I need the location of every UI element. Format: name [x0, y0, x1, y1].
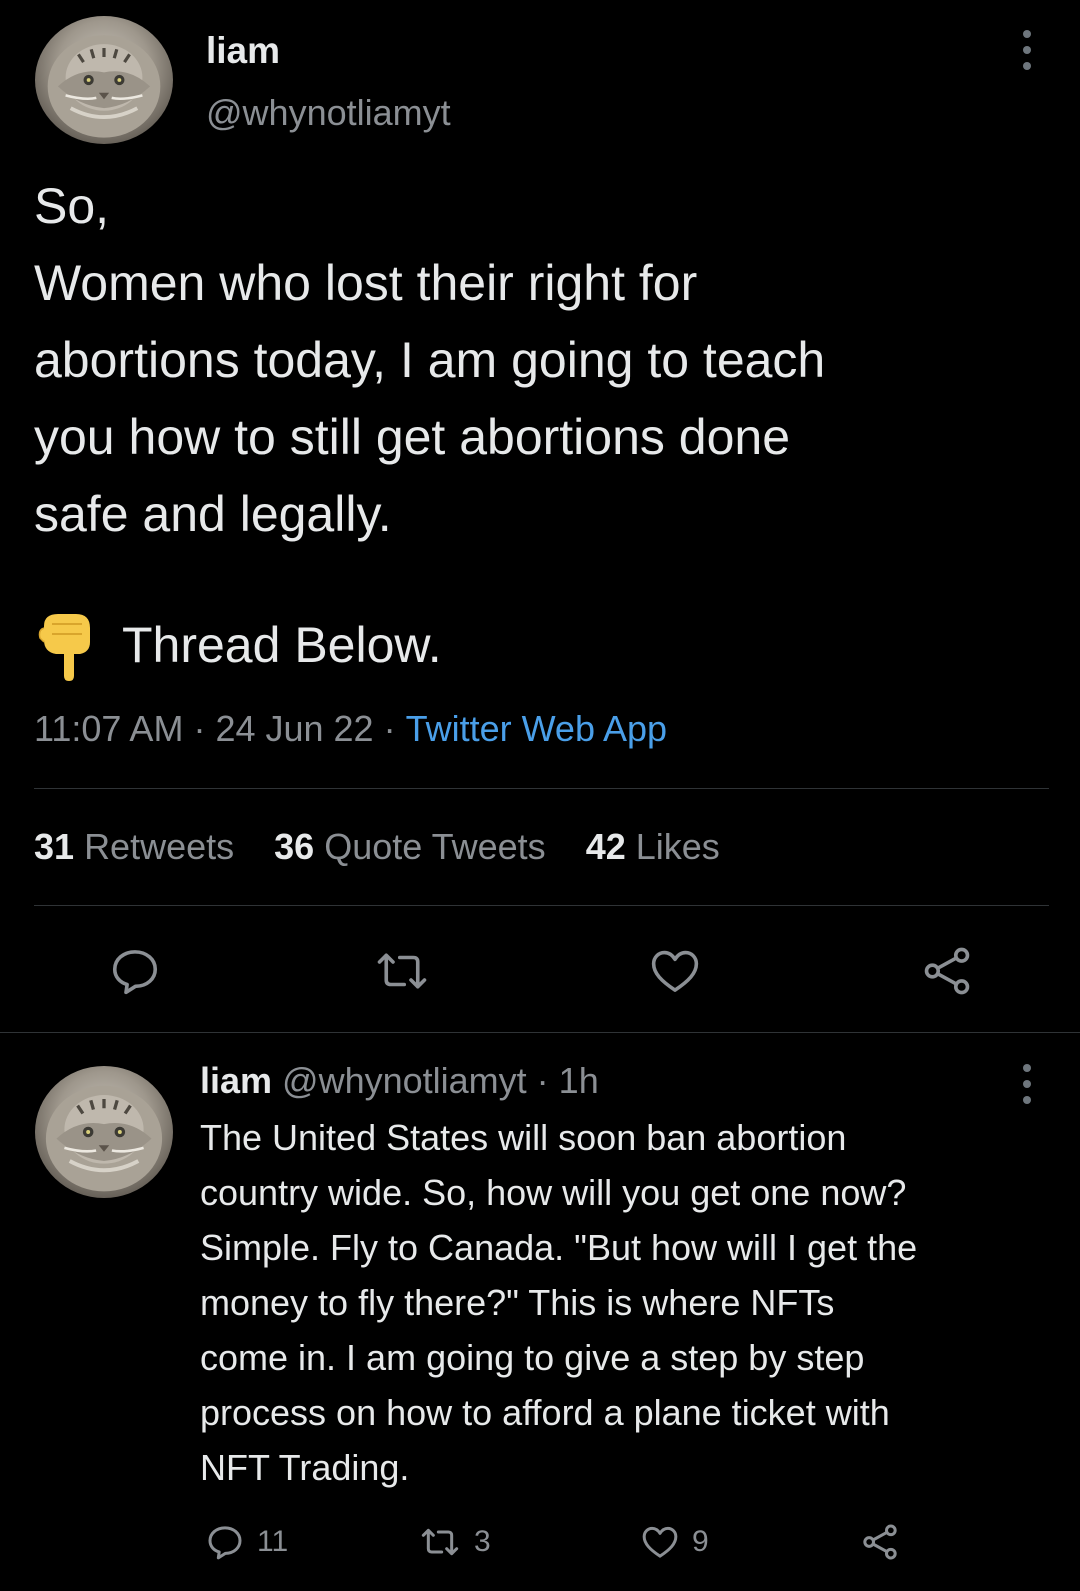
share-icon	[863, 1524, 897, 1560]
more-options-icon[interactable]	[1015, 30, 1039, 70]
avatar-image	[45, 1085, 163, 1192]
reply-icon	[112, 950, 158, 995]
retweet-count: 3	[474, 1525, 491, 1558]
tweet-separator	[0, 1032, 1080, 1033]
meta-separator: ·	[383, 708, 396, 749]
reply-time[interactable]: 1h	[559, 1060, 599, 1101]
tweet-detail-page: liam @whynotliamyt So, Women who lost th…	[0, 0, 1080, 1591]
more-options-icon[interactable]	[1015, 1064, 1039, 1104]
share-icon	[924, 947, 970, 995]
tweet-meta: 11:07 AM · 24 Jun 22 · Twitter Web App	[34, 708, 667, 750]
author-handle[interactable]: @whynotliamyt	[206, 92, 451, 134]
divider	[34, 905, 1049, 906]
pallas-cat-avatar[interactable]	[35, 1066, 173, 1198]
quote-tweets-stat[interactable]: 36 Quote Tweets	[274, 826, 546, 867]
tweet-text: So, Women who lost their right for abort…	[34, 178, 826, 542]
thread-label: Thread Below.	[122, 617, 442, 673]
tweet-source-link[interactable]: Twitter Web App	[406, 708, 667, 749]
meta-separator: ·	[536, 1060, 549, 1101]
tweet-time[interactable]: 11:07 AM	[34, 708, 183, 749]
engagement-stats: 31 Retweets 36 Quote Tweets 42 Likes	[34, 826, 750, 868]
reply-count: 11	[257, 1525, 289, 1558]
retweet-icon	[421, 1528, 459, 1556]
like-icon	[642, 1526, 678, 1558]
reply-header: liam @whynotliamyt · 1h	[200, 1060, 599, 1102]
like-button[interactable]	[648, 944, 702, 998]
like-button[interactable]: 9	[640, 1522, 709, 1562]
reply-button[interactable]: 11	[205, 1522, 288, 1562]
thread-line: Thread Below.	[38, 608, 442, 682]
quotes-count: 36	[274, 826, 315, 867]
retweet-button[interactable]: 3	[418, 1522, 491, 1562]
author-name[interactable]: liam	[206, 30, 280, 72]
main-tweet: liam @whynotliamyt So, Women who lost th…	[0, 0, 1080, 1033]
share-button[interactable]	[920, 944, 974, 998]
reply-text: The United States will soon ban abortion…	[200, 1117, 918, 1488]
meta-separator: ·	[193, 708, 206, 749]
pallas-cat-avatar[interactable]	[35, 16, 173, 144]
like-count: 9	[692, 1525, 709, 1558]
retweets-stat[interactable]: 31 Retweets	[34, 826, 234, 867]
retweet-icon	[377, 953, 427, 989]
retweets-label: Retweets	[84, 826, 235, 867]
likes-stat[interactable]: 42 Likes	[586, 826, 720, 867]
backhand-index-pointing-down-emoji	[38, 614, 90, 681]
reply-button[interactable]	[108, 944, 162, 998]
divider	[34, 788, 1049, 789]
share-button[interactable]	[860, 1522, 900, 1562]
reply-author-name[interactable]: liam	[200, 1060, 272, 1101]
retweet-button[interactable]	[372, 944, 432, 998]
quotes-label: Quote Tweets	[324, 826, 546, 867]
avatar-image	[47, 35, 161, 138]
reply-icon	[208, 1526, 242, 1560]
likes-label: Likes	[635, 826, 720, 867]
likes-count: 42	[585, 826, 626, 867]
retweets-count: 31	[34, 826, 75, 867]
reply-author-handle[interactable]: @whynotliamyt	[282, 1060, 527, 1101]
like-icon	[651, 950, 699, 992]
tweet-date[interactable]: 24 Jun 22	[215, 708, 373, 749]
